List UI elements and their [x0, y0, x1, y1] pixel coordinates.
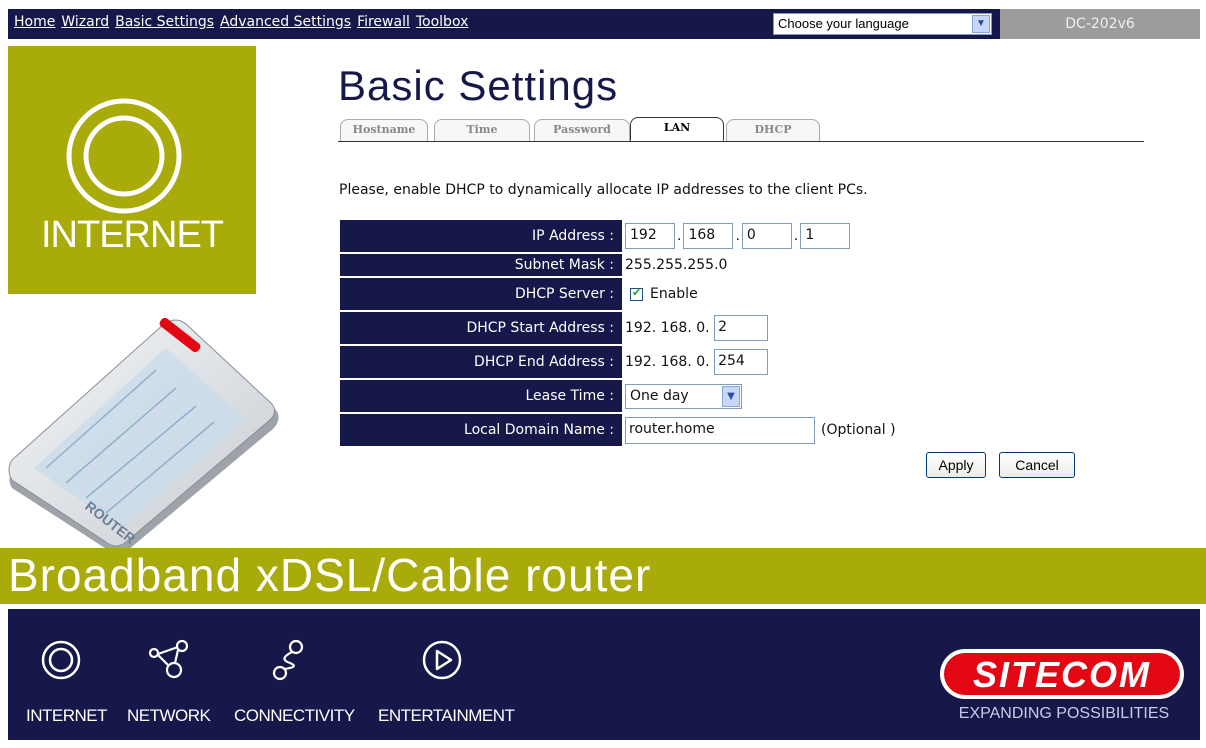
ip-address-row: IP Address : 192. 168. 0. 1: [340, 220, 952, 252]
cancel-button[interactable]: Cancel: [999, 452, 1075, 478]
footer-connectivity-label: CONNECTIVITY: [234, 706, 355, 725]
dhcp-end-label: DHCP End Address :: [340, 346, 622, 378]
nav-toolbox-link[interactable]: Toolbox: [416, 14, 469, 30]
dhcp-end-prefix: 192. 168. 0.: [625, 354, 710, 370]
dhcp-server-field: ✔ Enable: [622, 278, 952, 310]
dhcp-end-field: 192. 168. 0. 254: [622, 346, 952, 378]
internet-icon: [41, 640, 81, 680]
internet-ring-icon: [66, 98, 182, 214]
svg-text:SITECOM: SITECOM: [973, 654, 1151, 695]
footer-entertainment-label: ENTERTAINMENT: [378, 706, 515, 725]
lease-time-value: One day: [630, 387, 689, 404]
sitecom-logo: SITECOM: [940, 649, 1184, 699]
checkmark-icon: ✔: [632, 285, 642, 299]
tab-dhcp[interactable]: DHCP: [726, 119, 820, 141]
nav-firewall-link[interactable]: Firewall: [357, 14, 410, 30]
language-select-value: Choose your language: [778, 16, 909, 31]
ip-octet-4-input[interactable]: 1: [800, 223, 851, 249]
tab-time[interactable]: Time: [434, 119, 530, 141]
dhcp-start-field: 192. 168. 0. 2: [622, 312, 952, 344]
top-nav-bar: Home Wizard Basic Settings Advanced Setting…: [8, 9, 1200, 39]
dhcp-start-row: DHCP Start Address : 192. 168. 0. 2: [340, 312, 952, 344]
language-select[interactable]: Choose your language ▼: [773, 13, 992, 35]
dhcp-start-input[interactable]: 2: [714, 315, 769, 341]
dhcp-server-row: DHCP Server : ✔ Enable: [340, 278, 952, 310]
footer: INTERNET NETWORK CONNECTIVITY ENTERTAINM…: [8, 609, 1200, 740]
nav-wizard-link[interactable]: Wizard: [61, 14, 109, 30]
chevron-down-icon[interactable]: ▼: [722, 385, 740, 407]
ip-octet-1-input[interactable]: 192: [625, 223, 675, 249]
lease-time-label: Lease Time :: [340, 380, 622, 412]
tab-hostname[interactable]: Hostname: [340, 119, 428, 141]
lease-time-field: One day ▼: [622, 380, 952, 412]
internet-tile: INTERNET: [8, 46, 256, 294]
lan-settings-form: IP Address : 192. 168. 0. 1 Subnet Mask : 2…: [340, 218, 952, 448]
subnet-mask-row: Subnet Mask : 255.255.255.0: [340, 254, 952, 276]
intro-text: Please, enable DHCP to dynamically alloc…: [339, 182, 868, 198]
main-menu: Home Wizard Basic Settings Advanced Setting…: [14, 14, 474, 30]
footer-network-label: NETWORK: [127, 706, 211, 725]
dhcp-server-label: DHCP Server :: [340, 278, 622, 310]
internet-label: INTERNET: [41, 214, 224, 256]
tab-password[interactable]: Password: [534, 119, 630, 141]
ip-address-fields: 192. 168. 0. 1: [622, 220, 952, 252]
nav-basic-settings-link[interactable]: Basic Settings: [115, 14, 214, 30]
optional-note: (Optional ): [821, 422, 896, 438]
local-domain-row: Local Domain Name : router.home (Optional…: [340, 414, 952, 446]
lease-time-row: Lease Time : One day ▼: [340, 380, 952, 412]
local-domain-field: router.home (Optional ): [622, 414, 952, 446]
dhcp-start-label: DHCP Start Address :: [340, 312, 622, 344]
router-image: ROUTER: [8, 318, 279, 554]
ip-address-label: IP Address :: [340, 220, 622, 252]
chevron-down-icon[interactable]: ▼: [972, 15, 990, 33]
lease-time-select[interactable]: One day ▼: [625, 383, 742, 409]
ip-octet-3-input[interactable]: 0: [741, 223, 792, 249]
dhcp-end-input[interactable]: 254: [714, 349, 769, 375]
footer-internet-label: INTERNET: [26, 706, 108, 725]
product-name: Broadband xDSL/Cable router: [8, 549, 652, 601]
product-banner: Broadband xDSL/Cable router: [0, 548, 1206, 604]
page-title: Basic Settings: [338, 62, 619, 109]
dhcp-start-prefix: 192. 168. 0.: [625, 320, 710, 336]
ip-dot: .: [677, 228, 682, 244]
model-name: DC-202v6: [1000, 9, 1200, 39]
nav-advanced-settings-link[interactable]: Advanced Settings: [220, 14, 351, 30]
connectivity-icon: [272, 639, 304, 681]
local-domain-label: Local Domain Name :: [340, 414, 622, 446]
play-icon: [422, 640, 462, 680]
ip-octet-2-input[interactable]: 168: [683, 223, 734, 249]
tab-lan[interactable]: LAN: [630, 117, 724, 141]
dhcp-end-row: DHCP End Address : 192. 168. 0. 254: [340, 346, 952, 378]
brand-tagline: EXPANDING POSSIBILITIES: [958, 705, 1170, 722]
settings-tabs: Hostname Time Password LAN DHCP: [338, 117, 1144, 142]
dhcp-enable-label: Enable: [650, 286, 698, 302]
apply-button[interactable]: Apply: [926, 452, 986, 478]
ip-dot: .: [735, 228, 740, 244]
ip-dot: .: [793, 228, 799, 244]
dhcp-enable-checkbox[interactable]: ✔: [630, 285, 643, 301]
network-icon: [148, 639, 189, 679]
nav-home-link[interactable]: Home: [14, 14, 55, 30]
subnet-mask-value: 255.255.255.0: [625, 257, 728, 273]
subnet-mask-label: Subnet Mask :: [340, 254, 622, 276]
local-domain-input[interactable]: router.home: [625, 416, 815, 444]
